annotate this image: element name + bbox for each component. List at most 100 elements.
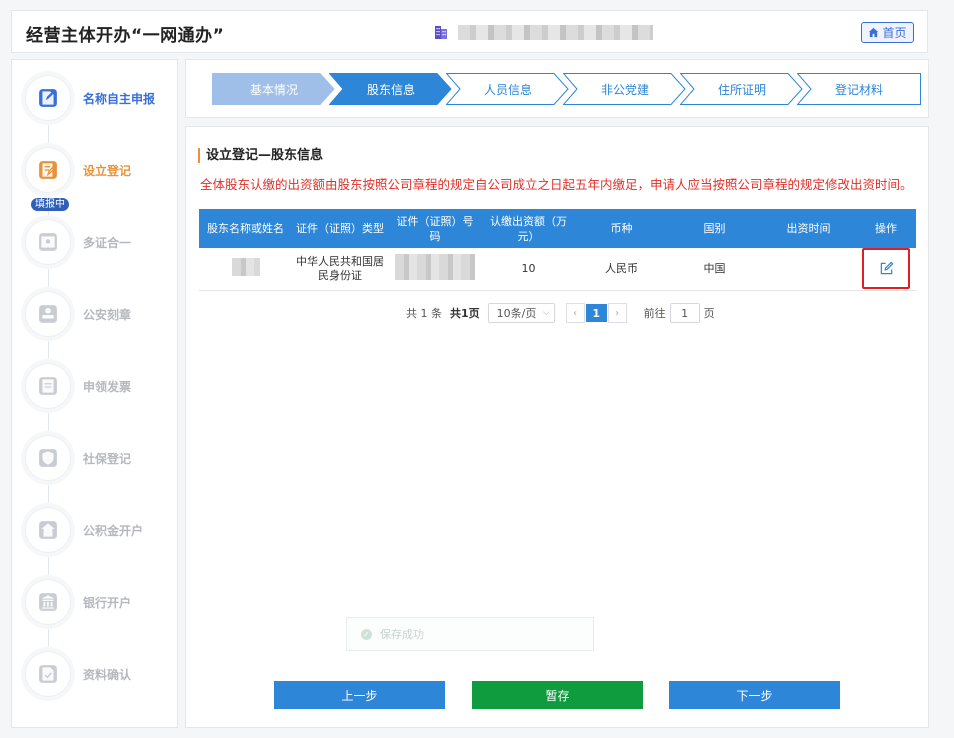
contribution-time-cell xyxy=(761,248,856,291)
step-circle xyxy=(25,579,71,625)
progress-step[interactable]: 非公党建 xyxy=(563,73,687,105)
page-suffix: 页 xyxy=(703,307,715,320)
step-circle xyxy=(25,507,71,553)
main-panel: 设立登记—股东信息 全体股东认缴的出资额由股东按照公司章程的规定自公司成立之日起… xyxy=(185,126,929,728)
step-circle xyxy=(25,147,71,193)
step-circle xyxy=(25,435,71,481)
step-circle xyxy=(25,291,71,337)
save-success-toast: ✓ 保存成功 xyxy=(346,617,594,651)
progress-step-label: 住所证明 xyxy=(717,82,766,97)
sidebar-step[interactable]: 社保登记 xyxy=(25,434,175,482)
section-title: 设立登记—股东信息 xyxy=(198,148,323,163)
total-count: 共 1 条 xyxy=(406,307,442,320)
progress-step-label: 基本情况 xyxy=(249,82,298,97)
currency-cell: 人民币 xyxy=(575,248,668,291)
current-page-button[interactable]: 1 xyxy=(585,304,607,322)
chevron-left-icon: ‹ xyxy=(573,307,578,319)
id-number-redacted xyxy=(395,253,475,280)
progress-step[interactable]: 股东信息 xyxy=(329,73,453,105)
sidebar-step[interactable]: 银行开户 xyxy=(25,578,175,626)
sidebar-step[interactable]: 名称自主申报 xyxy=(25,74,175,122)
invoice-icon xyxy=(39,377,57,395)
app-title: 经营主体开办“一网通办” xyxy=(26,26,225,46)
action-cell xyxy=(856,248,916,291)
sidebar-step[interactable]: 公积金开户 xyxy=(25,506,175,554)
pagination: 共 1 条 共1页 10条/页 ⌵ ‹ 1 › 前往 页 xyxy=(406,303,715,323)
sidebar-step-label: 银行开户 xyxy=(83,595,132,610)
home-icon xyxy=(869,27,879,38)
sidebar-step-label: 申领发票 xyxy=(83,379,132,394)
column-header: 证件（证照）号码 xyxy=(388,209,482,248)
sidebar-step[interactable]: 多证合一 xyxy=(25,218,175,266)
chevron-down-icon: ⌵ xyxy=(542,308,550,318)
sidebar-step-label: 多证合一 xyxy=(83,235,132,250)
file-check-icon xyxy=(39,665,57,683)
sidebar-step-label: 公积金开户 xyxy=(83,523,144,538)
progress-step-label: 非公党建 xyxy=(600,82,649,97)
goto-page-input[interactable] xyxy=(669,303,700,323)
progress-step[interactable]: 登记材料 xyxy=(797,73,921,105)
total-pages: 共1页 xyxy=(450,307,480,320)
step-circle xyxy=(25,219,71,265)
column-header: 币种 xyxy=(575,209,668,248)
country-cell: 中国 xyxy=(668,248,761,291)
sidebar-step-label: 资料确认 xyxy=(83,667,132,682)
table-header-row: 股东名称或姓名 证件（证照）类型 证件（证照）号码 认缴出资额（万元） 币种 国别 出资时间… xyxy=(199,209,916,248)
next-page-button[interactable]: › xyxy=(607,303,627,323)
progress-step-label: 股东信息 xyxy=(366,82,415,97)
progress-step-label: 登记材料 xyxy=(834,82,883,97)
amount-cell: 10 xyxy=(482,248,575,291)
sidebar-step-label: 公安刻章 xyxy=(83,307,132,322)
house-yen-icon xyxy=(39,521,57,539)
sidebar-step-label: 设立登记 xyxy=(83,163,132,178)
shareholder-name-redacted xyxy=(231,257,260,276)
home-label: 首页 xyxy=(882,26,907,40)
edit-doc-icon xyxy=(39,89,57,107)
edit-button[interactable] xyxy=(862,248,910,290)
sidebar-step[interactable]: 公安刻章 xyxy=(25,290,175,338)
page-size-value: 10条/页 xyxy=(496,307,537,320)
column-header: 出资时间 xyxy=(761,209,856,248)
shareholder-name-cell xyxy=(199,248,292,291)
progress-step[interactable]: 基本情况 xyxy=(212,73,336,105)
progress-steps: 基本情况 股东信息 人员信息 非公党建 住所证明 登记材料 xyxy=(185,59,929,118)
step-circle xyxy=(25,75,71,121)
table-row: 中华人民共和国居民身份证 10 人民币 中国 xyxy=(199,248,916,291)
id-type-cell: 中华人民共和国居民身份证 xyxy=(292,248,388,291)
sidebar-step[interactable]: 申领发票 xyxy=(25,362,175,410)
prev-page-button[interactable]: ‹ xyxy=(565,303,585,323)
sidebar-step[interactable]: 资料确认 xyxy=(25,650,175,698)
notice-text: 全体股东认缴的出资额由股东按照公司章程的规定自公司成立之日起五年内缴足，申请人应… xyxy=(200,177,913,192)
shield-icon xyxy=(39,449,57,467)
certificate-icon xyxy=(39,233,57,251)
goto-label: 前往 xyxy=(643,307,666,320)
column-header: 操作 xyxy=(856,209,916,248)
edit-icon xyxy=(880,262,893,275)
step-circle xyxy=(25,363,71,409)
progress-step[interactable]: 人员信息 xyxy=(446,73,570,105)
page-size-select[interactable]: 10条/页 ⌵ xyxy=(487,303,555,323)
shareholder-table: 股东名称或姓名 证件（证照）类型 证件（证照）号码 认缴出资额（万元） 币种 国别 出资时间… xyxy=(199,209,916,291)
sidebar-step-label: 社保登记 xyxy=(83,451,132,466)
save-draft-button[interactable]: 暂存 xyxy=(472,681,643,709)
column-header: 股东名称或姓名 xyxy=(199,209,292,248)
building-icon xyxy=(435,26,447,39)
column-header: 证件（证照）类型 xyxy=(292,209,388,248)
form-edit-icon xyxy=(39,161,57,179)
step-circle xyxy=(25,651,71,697)
filling-status-badge: 填报中 xyxy=(31,198,69,211)
sidebar-step[interactable]: 设立登记 xyxy=(25,146,175,194)
progress-step[interactable]: 住所证明 xyxy=(680,73,804,105)
chevron-right-icon: › xyxy=(615,307,620,319)
bank-icon xyxy=(39,593,57,611)
stamp-icon xyxy=(39,305,57,323)
home-button[interactable]: 首页 xyxy=(861,22,914,43)
previous-step-button[interactable]: 上一步 xyxy=(274,681,445,709)
column-header: 国别 xyxy=(668,209,761,248)
top-header: 经营主体开办“一网通办” 首页 xyxy=(11,10,928,53)
sidebar-step-label: 名称自主申报 xyxy=(83,91,156,106)
next-step-button[interactable]: 下一步 xyxy=(669,681,840,709)
id-number-cell xyxy=(388,248,482,291)
column-header: 认缴出资额（万元） xyxy=(482,209,575,248)
process-sidebar: 名称自主申报 设立登记 多证合一 公安刻章 申领发票 社保登记 公积金开户 银行开户 资料确认 … xyxy=(11,59,178,728)
